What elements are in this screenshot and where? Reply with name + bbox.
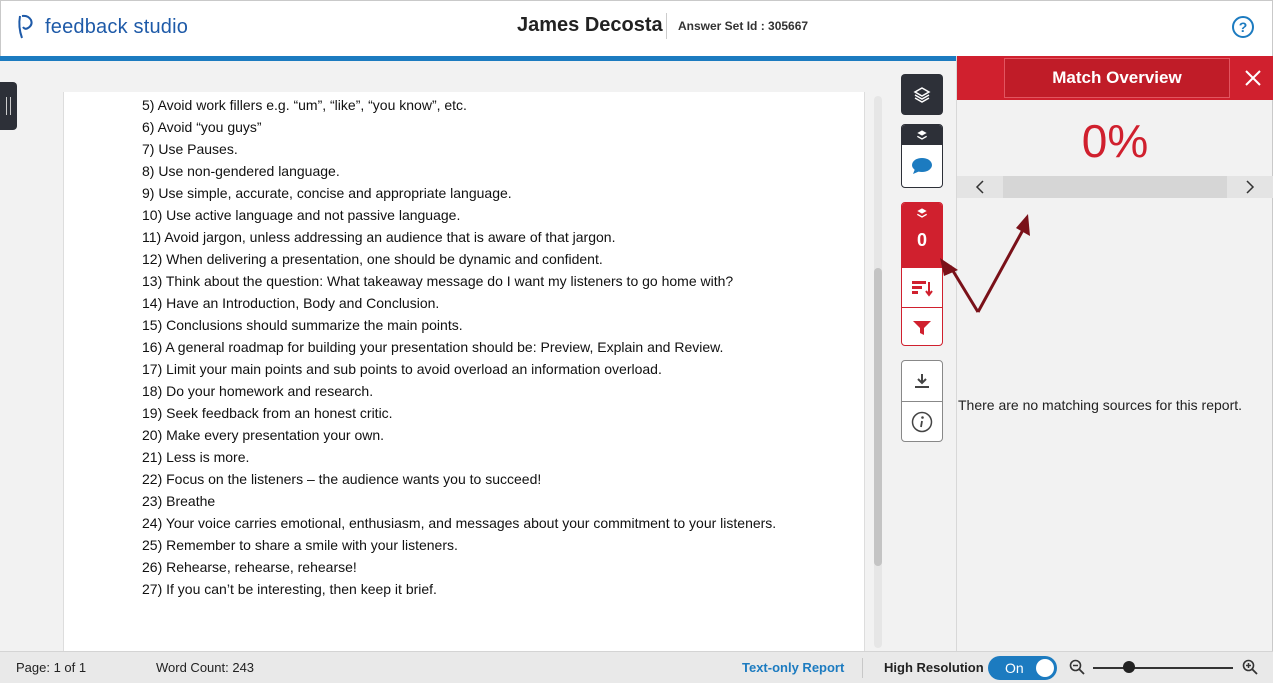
document-line: 24) Your voice carries emotional, enthus…	[142, 515, 777, 531]
toggle-state: On	[1005, 660, 1024, 676]
document-line: 15) Conclusions should summarize the mai…	[142, 317, 463, 333]
panel-header: Match Overview	[957, 56, 1273, 100]
filter-button[interactable]	[902, 307, 942, 345]
high-resolution-label: High Resolution	[884, 660, 984, 675]
zoom-slider-handle[interactable]	[1123, 661, 1135, 673]
document-text: 5) Avoid work fillers e.g. “um”, “like”,…	[142, 94, 776, 600]
document-line: 27) If you can’t be interesting, then ke…	[142, 581, 437, 597]
chevron-right-icon	[1246, 180, 1255, 194]
text-only-report-link[interactable]: Text-only Report	[742, 660, 844, 675]
panel-title: Match Overview	[1004, 58, 1230, 98]
match-percentage: 0%	[1081, 115, 1149, 167]
filter-icon	[913, 320, 931, 335]
status-bar: Page: 1 of 1 Word Count: 243 Text-only R…	[0, 651, 1273, 683]
layers-button[interactable]	[901, 74, 943, 115]
logo-text: feedback studio	[45, 15, 189, 38]
high-resolution-toggle[interactable]: On	[988, 656, 1057, 680]
next-button[interactable]	[1227, 176, 1273, 198]
scrollbar-thumb[interactable]	[874, 268, 882, 566]
document-line: 11) Avoid jargon, unless addressing an a…	[142, 229, 616, 245]
document-line: 20) Make every presentation your own.	[142, 427, 385, 443]
student-name: James Decosta	[517, 14, 663, 36]
utility-tools	[901, 360, 943, 442]
layers-icon	[917, 208, 927, 218]
layers-icon	[917, 130, 927, 140]
logo[interactable]: feedback studio	[15, 13, 188, 41]
app-header: feedback studio James Decosta Answer Set…	[0, 0, 1273, 56]
download-icon	[915, 374, 929, 388]
side-drawer-handle[interactable]	[0, 82, 17, 130]
help-icon[interactable]: ?	[1232, 16, 1254, 38]
zoom-out-icon[interactable]	[1069, 659, 1085, 675]
page-indicator: Page: 1 of 1	[16, 660, 87, 675]
empty-sources-message: There are no matching sources for this r…	[958, 397, 1243, 413]
document-line: 6) Avoid “you guys”	[142, 119, 262, 135]
document-line: 22) Focus on the listeners – the audienc…	[142, 471, 542, 487]
zoom-in-icon[interactable]	[1242, 659, 1258, 675]
similarity-score-button[interactable]: 0	[902, 203, 942, 267]
zoom-slider-track[interactable]	[1093, 667, 1233, 669]
footer-divider	[862, 658, 863, 678]
document-line: 9) Use simple, accurate, concise and app…	[142, 185, 512, 201]
document-line: 8) Use non-gendered language.	[142, 163, 340, 179]
comments-layer-button[interactable]	[901, 124, 943, 188]
word-count: Word Count: 243	[156, 660, 255, 675]
document-scrollbar[interactable]	[874, 96, 882, 648]
answer-set-id: Answer Set Id : 305667	[678, 19, 809, 33]
document-line: 19) Seek feedback from an honest critic.	[142, 405, 393, 421]
document-line: 25) Remember to share a smile with your …	[142, 537, 458, 553]
comment-button[interactable]	[902, 145, 942, 187]
document-line: 13) Think about the question: What takea…	[142, 273, 734, 289]
sort-icon	[912, 280, 933, 297]
document-line: 21) Less is more.	[142, 449, 250, 465]
match-overview-panel: Match Overview 0% There are no matching …	[956, 56, 1273, 651]
similarity-score: 0	[916, 230, 927, 250]
document-line: 17) Limit your main points and sub point…	[142, 361, 662, 377]
info-icon	[911, 411, 933, 432]
info-button[interactable]	[902, 401, 942, 441]
document-line: 14) Have an Introduction, Body and Concl…	[142, 295, 440, 311]
close-icon[interactable]	[1243, 68, 1263, 88]
document-line: 5) Avoid work fillers e.g. “um”, “like”,…	[142, 97, 467, 113]
document-line: 7) Use Pauses.	[142, 141, 238, 157]
layer-header	[902, 125, 942, 145]
sort-button[interactable]	[902, 267, 942, 307]
feedback-studio-logo-icon	[18, 14, 33, 39]
download-button[interactable]	[902, 361, 942, 401]
document-line: 16) A general roadmap for building your …	[142, 339, 724, 355]
comment-icon	[912, 158, 932, 174]
header-divider	[666, 13, 667, 39]
toggle-knob	[1036, 659, 1054, 677]
similarity-layer[interactable]: 0	[901, 202, 943, 346]
layers-icon	[913, 86, 931, 103]
previous-button[interactable]	[957, 176, 1003, 198]
chevron-left-icon	[975, 180, 984, 194]
document-line: 10) Use active language and not passive …	[142, 207, 461, 223]
document-line: 18) Do your homework and research.	[142, 383, 374, 399]
document-line: 12) When delivering a presentation, one …	[142, 251, 603, 267]
document-line: 26) Rehearse, rehearse, rehearse!	[142, 559, 357, 575]
source-pager	[957, 176, 1273, 198]
document-line: 23) Breathe	[142, 493, 216, 509]
